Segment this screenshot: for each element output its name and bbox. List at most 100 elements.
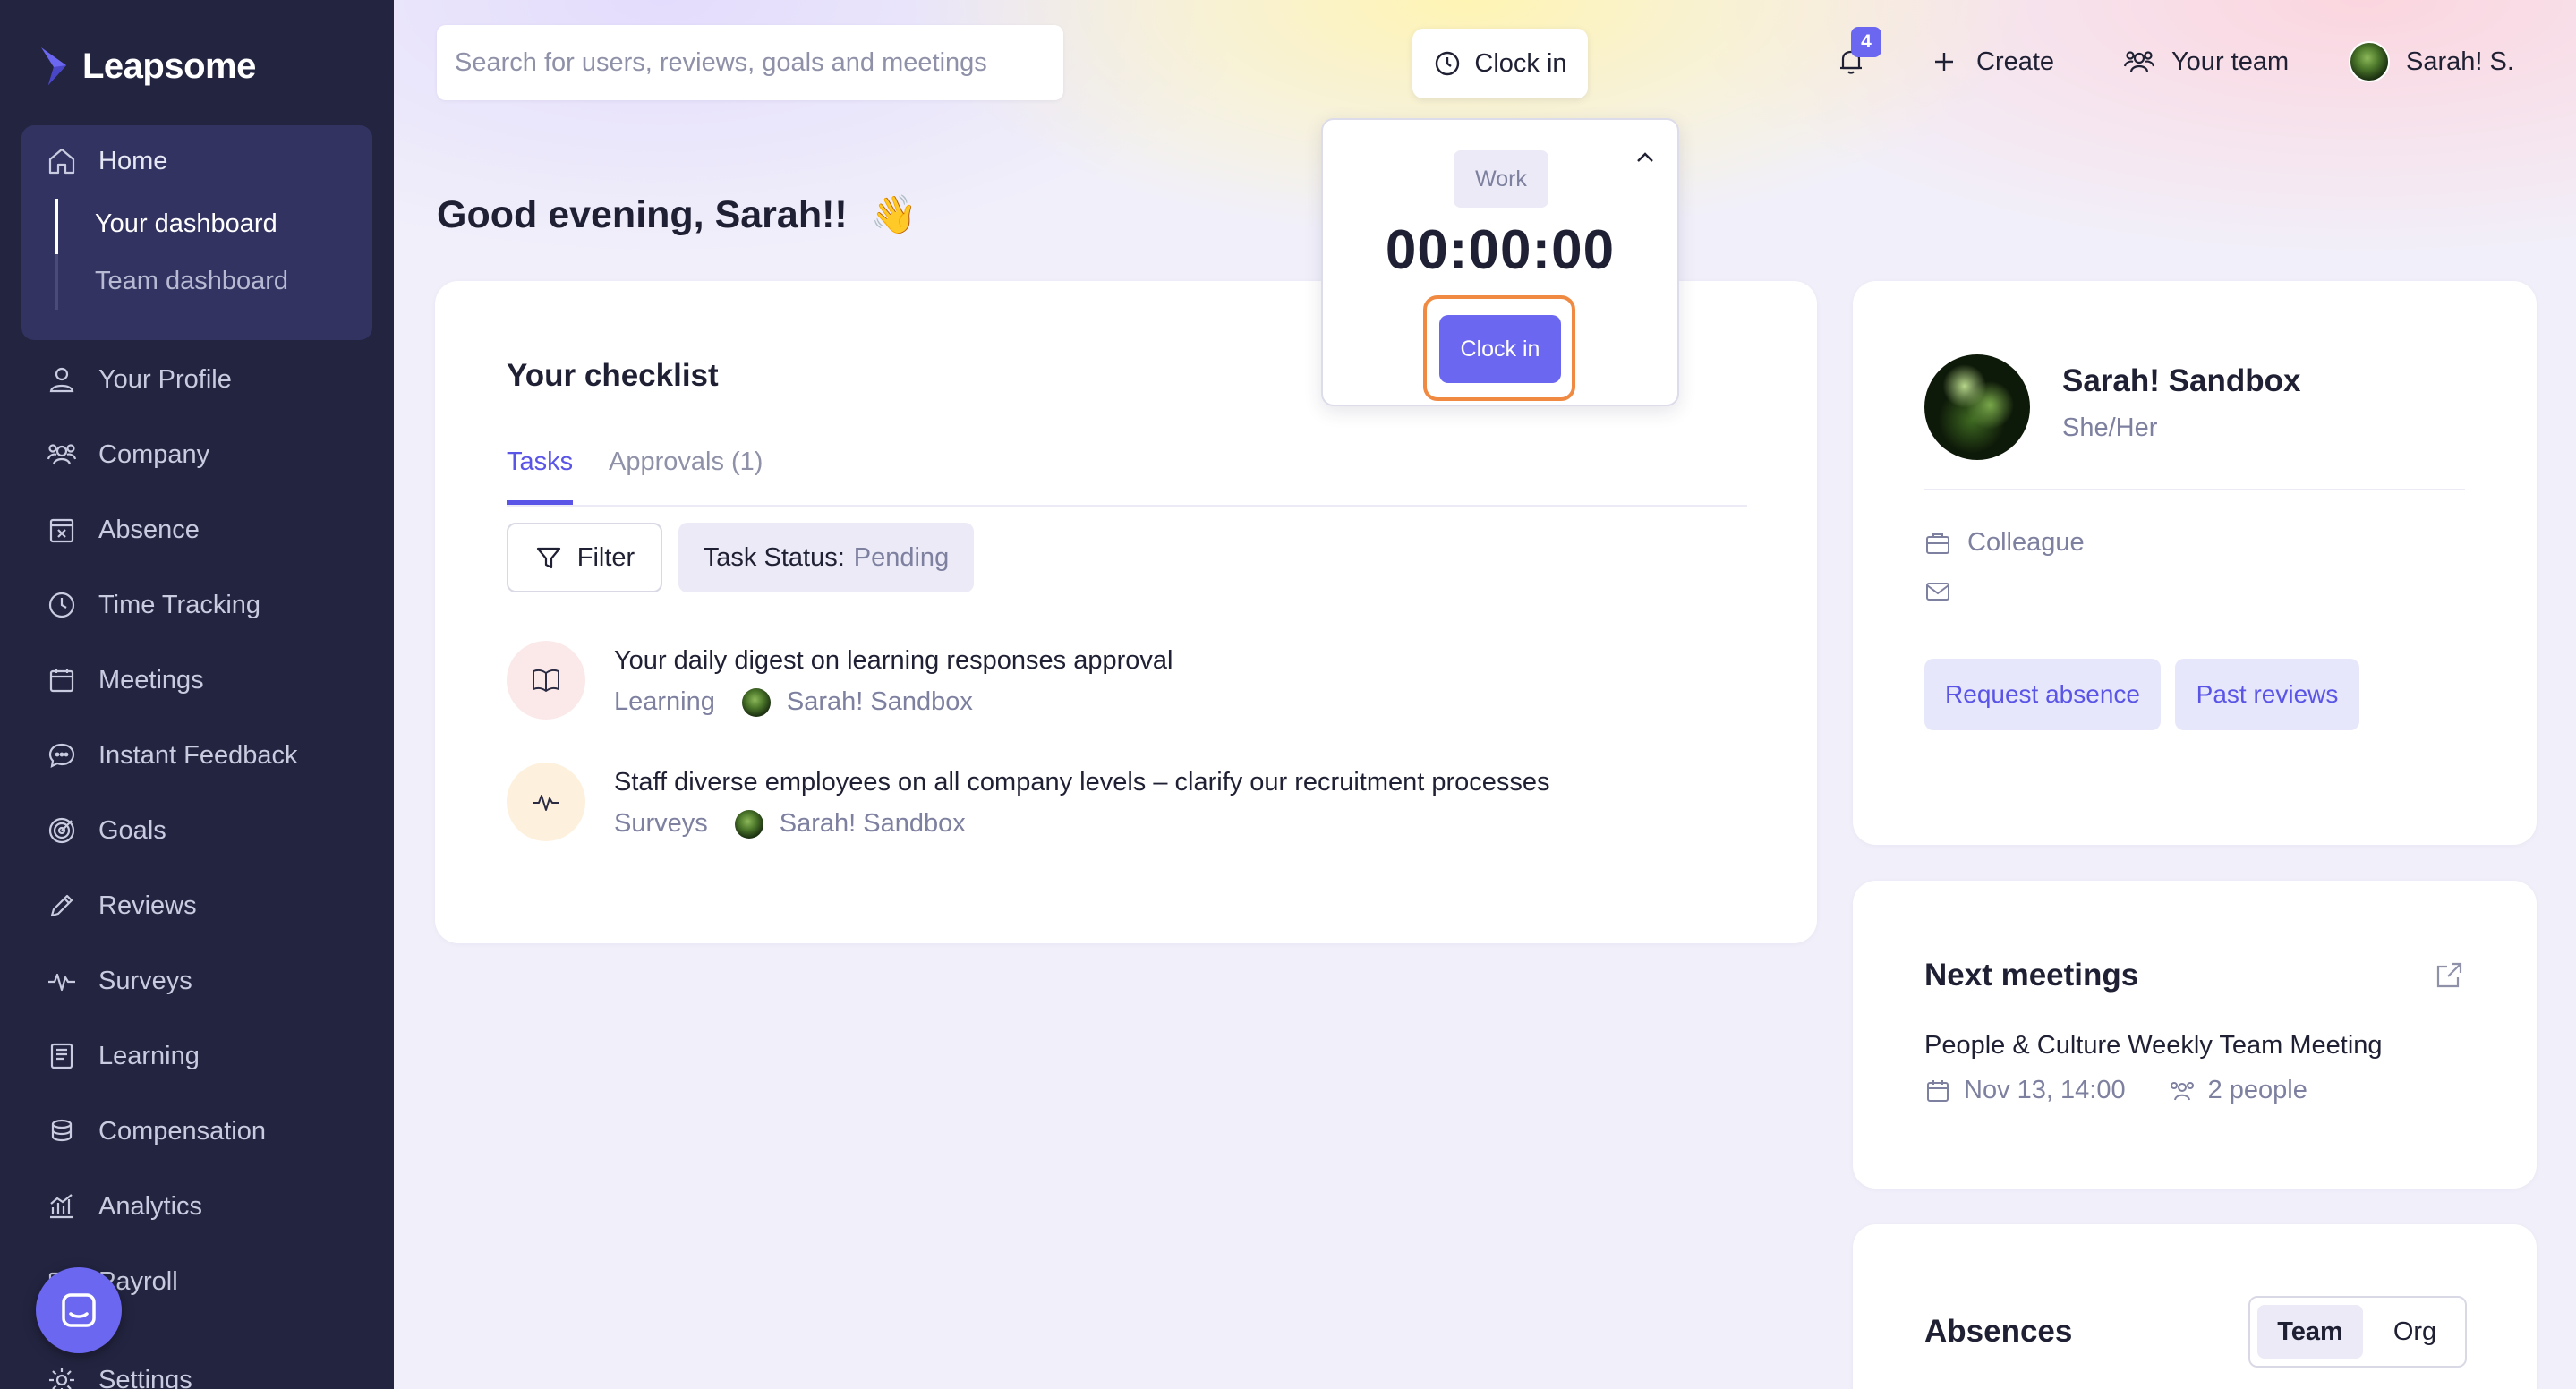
profile-email [1924, 578, 1951, 605]
sidebar-item-goals[interactable]: Goals [47, 809, 166, 852]
people-icon [2170, 1081, 2194, 1100]
task-title: Staff diverse employees on all company l… [614, 768, 1550, 797]
external-link-icon[interactable] [2433, 959, 2465, 992]
sidebar-item-absence[interactable]: Absence [47, 508, 200, 551]
sidebar-item-learning[interactable]: Learning [47, 1035, 200, 1078]
chat-icon [48, 743, 75, 768]
sidebar-item-label: Reviews [98, 890, 197, 920]
user-avatar [2349, 41, 2390, 82]
sidebar-item-time-tracking[interactable]: Time Tracking [47, 584, 260, 626]
meeting-date: Nov 13, 14:00 [1964, 1076, 2126, 1104]
coins-icon [51, 1119, 73, 1142]
filter-label: Filter [576, 542, 635, 572]
task-assignee: Sarah! Sandbox [741, 687, 973, 717]
user-menu-button[interactable]: Sarah! S. [2349, 39, 2514, 84]
profile-avatar[interactable] [1924, 354, 2030, 460]
clock-in-topbar-button[interactable]: Clock in [1412, 29, 1588, 98]
sidebar-item-reviews[interactable]: Reviews [47, 884, 197, 927]
tab-tasks[interactable]: Tasks [507, 435, 574, 505]
request-absence-button[interactable]: Request absence [1924, 659, 2161, 730]
work-type-chip[interactable]: Work [1454, 150, 1548, 208]
sidebar-subitem-team-dashboard[interactable]: Team dashboard [95, 267, 288, 296]
create-button[interactable]: Create [1928, 39, 2054, 84]
list-item[interactable]: Staff diverse employees on all company l… [507, 763, 1760, 843]
profile-role: Colleague [1924, 528, 2085, 558]
profile-name[interactable]: Sarah! Sandbox [2062, 363, 2300, 399]
book-open-icon [533, 669, 559, 692]
sidebar-item-surveys[interactable]: Surveys [47, 959, 192, 1002]
sidebar-item-company[interactable]: Company [47, 433, 209, 476]
task-status-filter-chip[interactable]: Task Status: Pending [678, 523, 974, 592]
sidebar-item-your-profile[interactable]: Your Profile [47, 358, 232, 401]
meetings-title: Next meetings [1924, 958, 2139, 993]
checklist-title: Your checklist [507, 358, 719, 393]
tab-approvals[interactable]: Approvals (1) [609, 435, 763, 505]
sidebar-item-settings[interactable]: Settings [47, 1359, 192, 1389]
checklist-tabs: Tasks Approvals (1) [507, 435, 1747, 507]
your-team-button[interactable]: Your team [2123, 39, 2289, 84]
submenu-active-indicator [55, 199, 58, 254]
filter-button[interactable]: Filter [507, 523, 662, 592]
task-category: Learning [614, 687, 715, 716]
profile-card: Sarah! Sandbox She/Her Colleague Request… [1853, 281, 2537, 845]
task-icon-wrap [507, 763, 585, 841]
task-category: Surveys [614, 809, 708, 838]
waving-hand-emoji: 👋 [870, 192, 918, 235]
absence-icon [49, 518, 74, 543]
sidebar-item-label: Settings [98, 1365, 192, 1389]
clock-in-button[interactable]: Clock in [1439, 315, 1561, 383]
sidebar-item-home[interactable]: Home [47, 140, 167, 183]
global-search[interactable] [437, 25, 1063, 100]
meeting-title[interactable]: People & Culture Weekly Team Meeting [1924, 1031, 2383, 1061]
filter-icon [536, 547, 560, 569]
support-chat-button[interactable] [36, 1267, 122, 1353]
leapsome-logo[interactable]: Leapsome [39, 41, 256, 91]
sidebar-item-label: Surveys [98, 966, 192, 995]
leapsome-logo-icon [41, 47, 66, 85]
meeting-attendees: 2 people [2207, 1076, 2307, 1104]
analytics-icon [50, 1194, 73, 1219]
pulse-icon [48, 973, 75, 992]
calendar-icon [49, 669, 74, 693]
assignee-avatar [734, 809, 763, 839]
meeting-meta: Nov 13, 14:00 2 people [1924, 1076, 2307, 1105]
task-status-label: Task Status: [703, 542, 845, 572]
meetings-card: Next meetings People & Culture Weekly Te… [1853, 881, 2537, 1189]
task-meta: Surveys Sarah! Sandbox [614, 809, 966, 839]
team-icon [2123, 51, 2155, 72]
chevron-up-icon[interactable] [1631, 143, 1659, 172]
sidebar-item-analytics[interactable]: Analytics [47, 1185, 202, 1228]
create-label: Create [1976, 47, 2055, 76]
sidebar-item-meetings[interactable]: Meetings [47, 659, 204, 702]
search-input[interactable] [455, 47, 1045, 78]
sidebar-item-compensation[interactable]: Compensation [47, 1110, 266, 1153]
sidebar-item-label: Compensation [98, 1116, 266, 1146]
sidebar-item-label: Learning [98, 1041, 200, 1070]
sidebar-item-instant-feedback[interactable]: Instant Feedback [47, 734, 297, 777]
toggle-org[interactable]: Org [2368, 1305, 2461, 1359]
plus-icon [1935, 53, 1953, 71]
notifications-count-badge: 4 [1851, 27, 1881, 57]
sidebar-item-label: Your Profile [98, 364, 232, 394]
past-reviews-button[interactable]: Past reviews [2175, 659, 2359, 730]
list-item[interactable]: Your daily digest on learning responses … [507, 641, 1760, 721]
profile-pronouns: She/Her [2062, 413, 2158, 442]
absences-scope-toggle: Team Org [2248, 1296, 2467, 1368]
absences-card: Absences Team Org [1853, 1224, 2537, 1389]
toggle-team[interactable]: Team [2257, 1305, 2363, 1359]
task-title: Your daily digest on learning responses … [614, 646, 1173, 675]
assignee-name: Sarah! Sandbox [786, 687, 973, 716]
briefcase-icon [1926, 533, 1949, 554]
app-name: Leapsome [82, 46, 256, 86]
pencil-icon [50, 894, 73, 917]
sidebar-item-label: Instant Feedback [98, 740, 298, 770]
clock-icon [1436, 51, 1460, 76]
clock-in-popover: Work 00:00:00 Clock in [1321, 118, 1679, 406]
task-assignee: Sarah! Sandbox [734, 809, 966, 839]
task-meta: Learning Sarah! Sandbox [614, 687, 973, 717]
sidebar-item-label: Analytics [98, 1191, 203, 1221]
your-team-label: Your team [2171, 47, 2290, 76]
sidebar-item-label: Time Tracking [98, 590, 261, 619]
sidebar-subitem-your-dashboard[interactable]: Your dashboard [95, 209, 277, 239]
divider [1924, 489, 2465, 490]
